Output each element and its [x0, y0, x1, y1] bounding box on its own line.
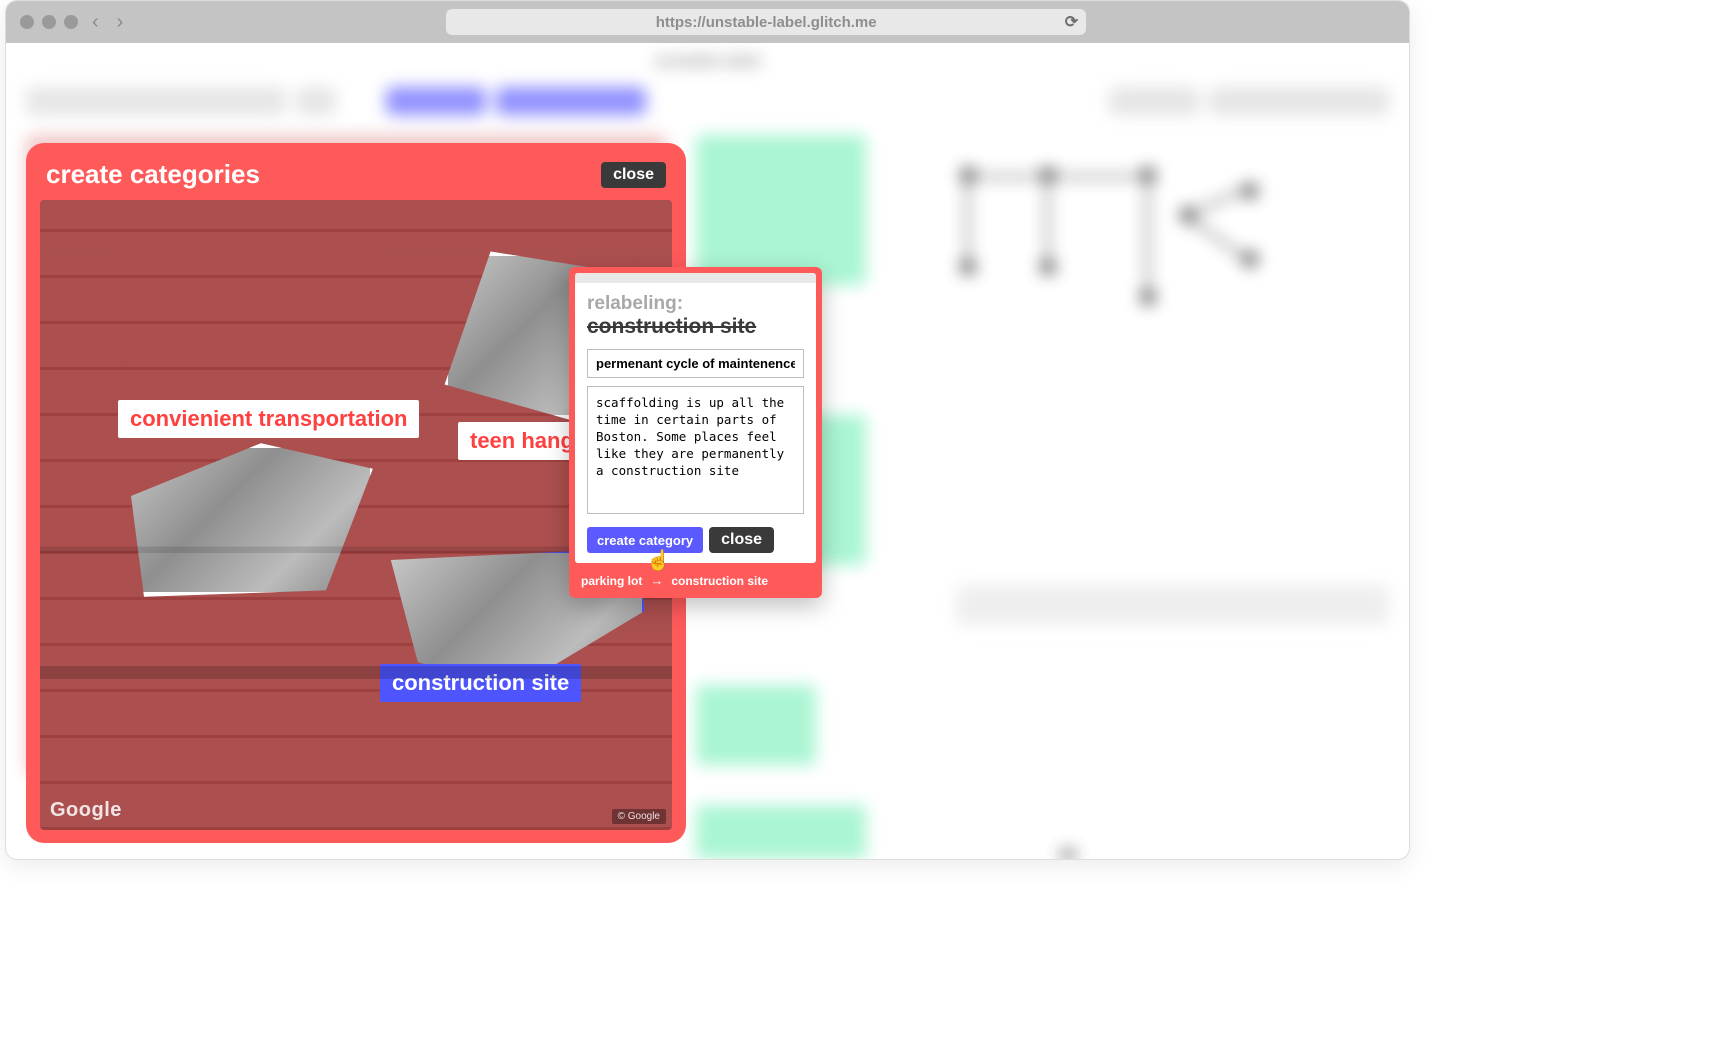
relabel-description-input[interactable] — [587, 386, 804, 514]
arrow-right-icon: → — [650, 573, 663, 588]
window-dot-min-icon[interactable] — [42, 15, 56, 29]
google-logo: Google — [50, 799, 122, 822]
nav-arrows: ‹ › — [92, 11, 123, 34]
app-toolbar — [6, 81, 1409, 121]
toolbar-pill — [26, 87, 286, 115]
forward-icon[interactable]: › — [117, 11, 124, 34]
toolbar-tag — [1209, 87, 1389, 115]
create-category-button[interactable]: create category — [587, 527, 703, 553]
toolbar-button[interactable] — [386, 87, 486, 115]
window-dot-close-icon[interactable] — [20, 15, 34, 29]
blurred-graph — [956, 855, 1276, 859]
back-icon[interactable]: ‹ — [92, 11, 99, 34]
toolbar-button[interactable] — [496, 87, 646, 115]
mint-shape — [696, 135, 866, 285]
relabel-popup: relabeling: construction site create cat… — [569, 267, 822, 598]
footer-to: construction site — [671, 574, 768, 588]
region-label[interactable]: convienient transportation — [118, 400, 419, 438]
reload-icon[interactable]: ⟳ — [1065, 12, 1078, 32]
relabel-old-label: construction site — [587, 315, 804, 339]
popup-drag-handle[interactable] — [575, 273, 816, 283]
mint-shape — [696, 685, 816, 765]
google-credit: © Google — [612, 809, 666, 824]
browser-window: ‹ › https://unstable-label.glitch.me ⟳ u… — [5, 0, 1410, 860]
toolbar-tag — [1109, 87, 1199, 115]
relabel-prefix: relabeling: — [587, 293, 804, 315]
window-dot-max-icon[interactable] — [64, 15, 78, 29]
relabel-title-input[interactable] — [587, 349, 804, 378]
polygon-region[interactable] — [118, 440, 378, 600]
app-title: unstable label — [6, 43, 1409, 81]
blurred-text — [956, 585, 1389, 625]
relabel-close-button[interactable]: close — [709, 527, 774, 553]
blurred-graph — [956, 155, 1276, 335]
relabel-footer: parking lot → construction site — [571, 567, 820, 596]
spacer — [346, 87, 376, 115]
window-controls[interactable] — [20, 15, 78, 29]
toolbar-pill — [296, 87, 336, 115]
modal-title: create categories — [46, 159, 260, 190]
modal-close-button[interactable]: close — [601, 162, 666, 188]
url-text: https://unstable-label.glitch.me — [656, 14, 877, 31]
mint-shape — [696, 805, 866, 859]
address-bar[interactable]: https://unstable-label.glitch.me ⟳ — [446, 9, 1086, 35]
footer-from: parking lot — [581, 574, 642, 588]
browser-title-bar: ‹ › https://unstable-label.glitch.me ⟳ — [6, 1, 1409, 43]
region-label-selected[interactable]: construction site — [380, 664, 581, 702]
